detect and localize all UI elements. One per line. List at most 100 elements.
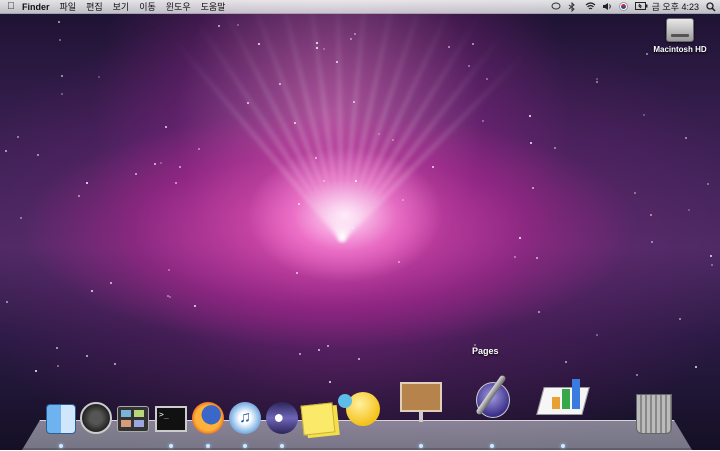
dock-expose[interactable] — [117, 406, 149, 432]
star — [37, 154, 39, 156]
star — [514, 256, 516, 258]
star — [298, 203, 300, 205]
star — [218, 25, 220, 27]
dock-trash[interactable] — [636, 394, 672, 434]
star — [350, 38, 352, 40]
star — [5, 150, 7, 152]
star — [538, 311, 540, 313]
star — [160, 162, 162, 164]
star — [392, 139, 394, 141]
star — [318, 349, 320, 351]
pages-icon — [470, 372, 514, 418]
star — [695, 366, 697, 368]
dock-tooltip: Pages — [472, 346, 499, 356]
star — [61, 75, 63, 77]
star — [6, 301, 8, 303]
menu-window[interactable]: 윈도우 — [166, 0, 191, 13]
star — [78, 195, 80, 197]
stickies-icon — [300, 402, 336, 436]
star — [530, 142, 532, 144]
dock-keynote[interactable] — [400, 382, 442, 424]
dock-itunes[interactable]: ♫ — [229, 402, 261, 434]
star — [482, 120, 484, 122]
itunes-icon: ♫ — [229, 402, 261, 434]
menu-help[interactable]: 도움말 — [201, 0, 226, 13]
star — [468, 65, 470, 67]
star — [17, 136, 19, 138]
korean-input-icon[interactable] — [618, 2, 628, 11]
menu-clock[interactable]: 금 오후 4:23 — [652, 0, 699, 13]
running-indicator-eclipse — [280, 444, 284, 448]
menu-file[interactable]: 파일 — [60, 0, 77, 13]
dock-terminal[interactable]: >_ — [155, 406, 187, 432]
star — [536, 257, 538, 259]
star — [519, 237, 521, 239]
spotlight-search-icon[interactable] — [706, 2, 716, 12]
macintosh-hd-label: Macintosh HD — [653, 45, 707, 54]
wallpaper-light-ray — [340, 53, 526, 242]
keynote-icon — [400, 382, 442, 424]
expose-icon — [117, 406, 149, 432]
running-indicator-finder — [59, 444, 63, 448]
menu-view[interactable]: 보기 — [113, 0, 130, 13]
battery-icon[interactable] — [634, 2, 648, 11]
star — [237, 24, 239, 26]
star — [98, 76, 100, 78]
star — [646, 53, 648, 55]
star — [110, 282, 112, 284]
menu-app-name[interactable]: Finder — [22, 2, 50, 12]
menu-go[interactable]: 이동 — [139, 0, 156, 13]
star — [354, 33, 356, 35]
menu-extras: 금 오후 4:23 — [551, 0, 716, 13]
star — [35, 370, 37, 372]
star — [554, 147, 556, 149]
numbers-icon — [536, 375, 590, 415]
terminal-icon: >_ — [155, 406, 187, 432]
dock-stickies[interactable] — [300, 402, 336, 436]
star — [710, 255, 712, 257]
adium-icon — [338, 392, 380, 426]
star — [634, 192, 636, 194]
trash-icon — [636, 394, 672, 434]
star — [402, 199, 404, 201]
star — [472, 43, 474, 45]
star — [258, 43, 260, 45]
dock-dashboard[interactable] — [80, 402, 112, 434]
running-indicator-keynote — [419, 444, 423, 448]
spotlight-bubble-icon[interactable] — [551, 2, 561, 11]
star — [685, 137, 687, 139]
star — [299, 353, 301, 355]
star — [358, 358, 360, 360]
running-indicator-itunes — [243, 444, 247, 448]
macintosh-hd-desktop-icon[interactable]: Macintosh HD — [650, 18, 710, 54]
star — [596, 334, 598, 336]
volume-icon[interactable] — [602, 2, 612, 11]
apple-icon[interactable]:  — [0, 1, 22, 12]
dock-adium[interactable] — [338, 392, 380, 426]
hard-drive-icon — [666, 18, 694, 42]
dock-pages[interactable] — [470, 372, 514, 418]
dock-finder[interactable] — [46, 404, 76, 434]
star — [529, 115, 531, 117]
star — [565, 361, 567, 363]
star — [486, 78, 488, 80]
wifi-icon[interactable] — [585, 2, 596, 11]
dock-numbers[interactable] — [536, 375, 590, 415]
star — [448, 46, 450, 48]
running-indicator-pages — [490, 444, 494, 448]
dock-firefox[interactable] — [192, 402, 224, 434]
dashboard-icon — [80, 402, 112, 434]
dock-eclipse[interactable] — [266, 402, 298, 434]
star — [323, 48, 325, 50]
star — [198, 148, 200, 150]
finder-icon — [46, 404, 76, 434]
star — [296, 272, 298, 274]
star — [154, 163, 156, 165]
star — [711, 264, 713, 266]
star — [651, 241, 653, 243]
menu-edit[interactable]: 편집 — [86, 0, 103, 13]
firefox-icon — [192, 402, 224, 434]
bluetooth-icon[interactable] — [568, 1, 578, 13]
star — [114, 363, 116, 365]
star — [596, 81, 598, 83]
